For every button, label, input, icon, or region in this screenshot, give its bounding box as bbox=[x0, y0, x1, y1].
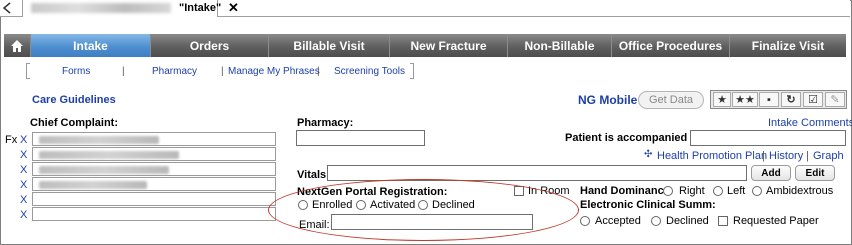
link-separator: | bbox=[806, 150, 809, 162]
requested-paper-label: Requested Paper bbox=[733, 215, 819, 227]
sublink-separator: | bbox=[122, 66, 125, 77]
requested-paper-checkbox[interactable] bbox=[718, 216, 728, 226]
get-data-button[interactable]: Get Data bbox=[638, 91, 704, 109]
vitals-input[interactable] bbox=[327, 165, 747, 181]
refresh-icon[interactable]: ↻ bbox=[781, 92, 801, 107]
health-promotion-plan-link[interactable]: Health Promotion Plan bbox=[657, 150, 767, 162]
sublink-separator: | bbox=[317, 66, 320, 77]
accompanied-by-label: Patient is accompanied by: bbox=[565, 132, 707, 144]
complaint-field[interactable] bbox=[32, 147, 276, 161]
accompanied-by-input[interactable] bbox=[690, 130, 846, 146]
redacted-text bbox=[39, 151, 179, 159]
complaint-field[interactable] bbox=[32, 207, 276, 221]
pharmacy-label: Pharmacy: bbox=[297, 117, 354, 129]
redacted-patient-info bbox=[31, 3, 171, 13]
complaint-field[interactable] bbox=[32, 162, 276, 176]
sublinks-left-bracket bbox=[26, 63, 30, 79]
ng-mobile-label: NG Mobile bbox=[578, 93, 638, 107]
close-icon[interactable]: ✕ bbox=[228, 0, 239, 16]
sublinks-right-bracket bbox=[410, 63, 414, 79]
sublink-screening-tools[interactable]: Screening Tools bbox=[334, 66, 405, 77]
document-tab[interactable]: "Intake" ✕ bbox=[22, 0, 239, 17]
vitals-label: Vitals: bbox=[297, 169, 330, 181]
document-tab-title: "Intake" bbox=[179, 2, 222, 14]
complaint-field[interactable] bbox=[32, 132, 276, 146]
fx-label: Fx bbox=[5, 134, 18, 146]
icon-toolbar: ★ ★★ ▪ ↻ ☑ ✎ bbox=[710, 90, 847, 109]
remove-complaint-x[interactable]: X bbox=[20, 209, 27, 221]
tab-non-billable[interactable]: Non-Billable bbox=[507, 34, 611, 57]
declined-summary-label: Declined bbox=[666, 215, 709, 227]
remove-complaint-x[interactable]: X bbox=[20, 149, 27, 161]
health-promotion-icon: ✣ bbox=[644, 149, 653, 160]
declined-summary-radio[interactable] bbox=[651, 216, 661, 226]
right-hand-radio[interactable] bbox=[663, 186, 673, 196]
highlight-circle bbox=[268, 179, 579, 241]
star-icon[interactable]: ★ bbox=[713, 92, 731, 107]
complaint-field[interactable] bbox=[32, 192, 276, 206]
redacted-text bbox=[39, 136, 159, 144]
care-guidelines-link[interactable]: Care Guidelines bbox=[32, 94, 116, 106]
tab-billable-visit[interactable]: Billable Visit bbox=[268, 34, 389, 57]
graph-link[interactable]: Graph bbox=[813, 150, 844, 162]
eraser-icon[interactable]: ✎ bbox=[825, 92, 845, 107]
ambidextrous-radio[interactable] bbox=[752, 186, 762, 196]
home-icon bbox=[11, 39, 23, 52]
remove-complaint-x[interactable]: X bbox=[20, 194, 27, 206]
edit-vitals-button[interactable]: Edit bbox=[795, 165, 835, 181]
tab-intake[interactable]: Intake bbox=[30, 34, 150, 57]
add-vitals-button[interactable]: Add bbox=[751, 165, 791, 181]
chief-complaint-label: Chief Complaint: bbox=[30, 117, 118, 129]
save-icon[interactable]: ▪ bbox=[759, 92, 779, 107]
tab-orders[interactable]: Orders bbox=[150, 34, 268, 57]
checklist-icon[interactable]: ☑ bbox=[803, 92, 823, 107]
history-link[interactable]: History bbox=[769, 150, 803, 162]
document-tab-strip: "Intake" ✕ bbox=[0, 0, 850, 17]
remove-complaint-x[interactable]: X bbox=[20, 134, 27, 146]
ambidextrous-label: Ambidextrous bbox=[766, 185, 834, 197]
accepted-radio[interactable] bbox=[580, 216, 590, 226]
left-hand-radio[interactable] bbox=[713, 186, 723, 196]
right-hand-label: Right bbox=[679, 185, 705, 197]
redacted-text bbox=[39, 166, 169, 174]
module-nav-bar: Intake Orders Billable Visit New Fractur… bbox=[4, 34, 846, 57]
complaint-field[interactable] bbox=[32, 177, 276, 191]
sublink-pharmacy[interactable]: Pharmacy bbox=[152, 66, 197, 77]
accepted-label: Accepted bbox=[595, 215, 641, 227]
sublink-manage-my-phrases[interactable]: Manage My Phrases bbox=[228, 66, 320, 77]
tab-finalize-visit[interactable]: Finalize Visit bbox=[729, 34, 846, 57]
tab-scroll-left-icon[interactable] bbox=[2, 2, 12, 14]
tab-office-procedures[interactable]: Office Procedures bbox=[611, 34, 729, 57]
tab-new-fracture[interactable]: New Fracture bbox=[389, 34, 507, 57]
left-hand-label: Left bbox=[727, 185, 746, 197]
redacted-text bbox=[39, 181, 147, 189]
electronic-clinical-summary-label: Electronic Clinical Summ: bbox=[580, 199, 716, 211]
remove-complaint-x[interactable]: X bbox=[20, 164, 27, 176]
intake-comments-link[interactable]: Intake Comments bbox=[768, 117, 852, 129]
sublink-separator: | bbox=[221, 66, 224, 77]
multi-star-icon[interactable]: ★★ bbox=[732, 92, 758, 107]
hand-dominance-label: Hand Dominance bbox=[580, 185, 670, 197]
link-separator: | bbox=[762, 150, 765, 162]
sublink-forms[interactable]: Forms bbox=[62, 66, 90, 77]
pharmacy-input[interactable] bbox=[296, 130, 425, 146]
remove-complaint-x[interactable]: X bbox=[20, 179, 27, 191]
home-button[interactable] bbox=[4, 34, 30, 57]
